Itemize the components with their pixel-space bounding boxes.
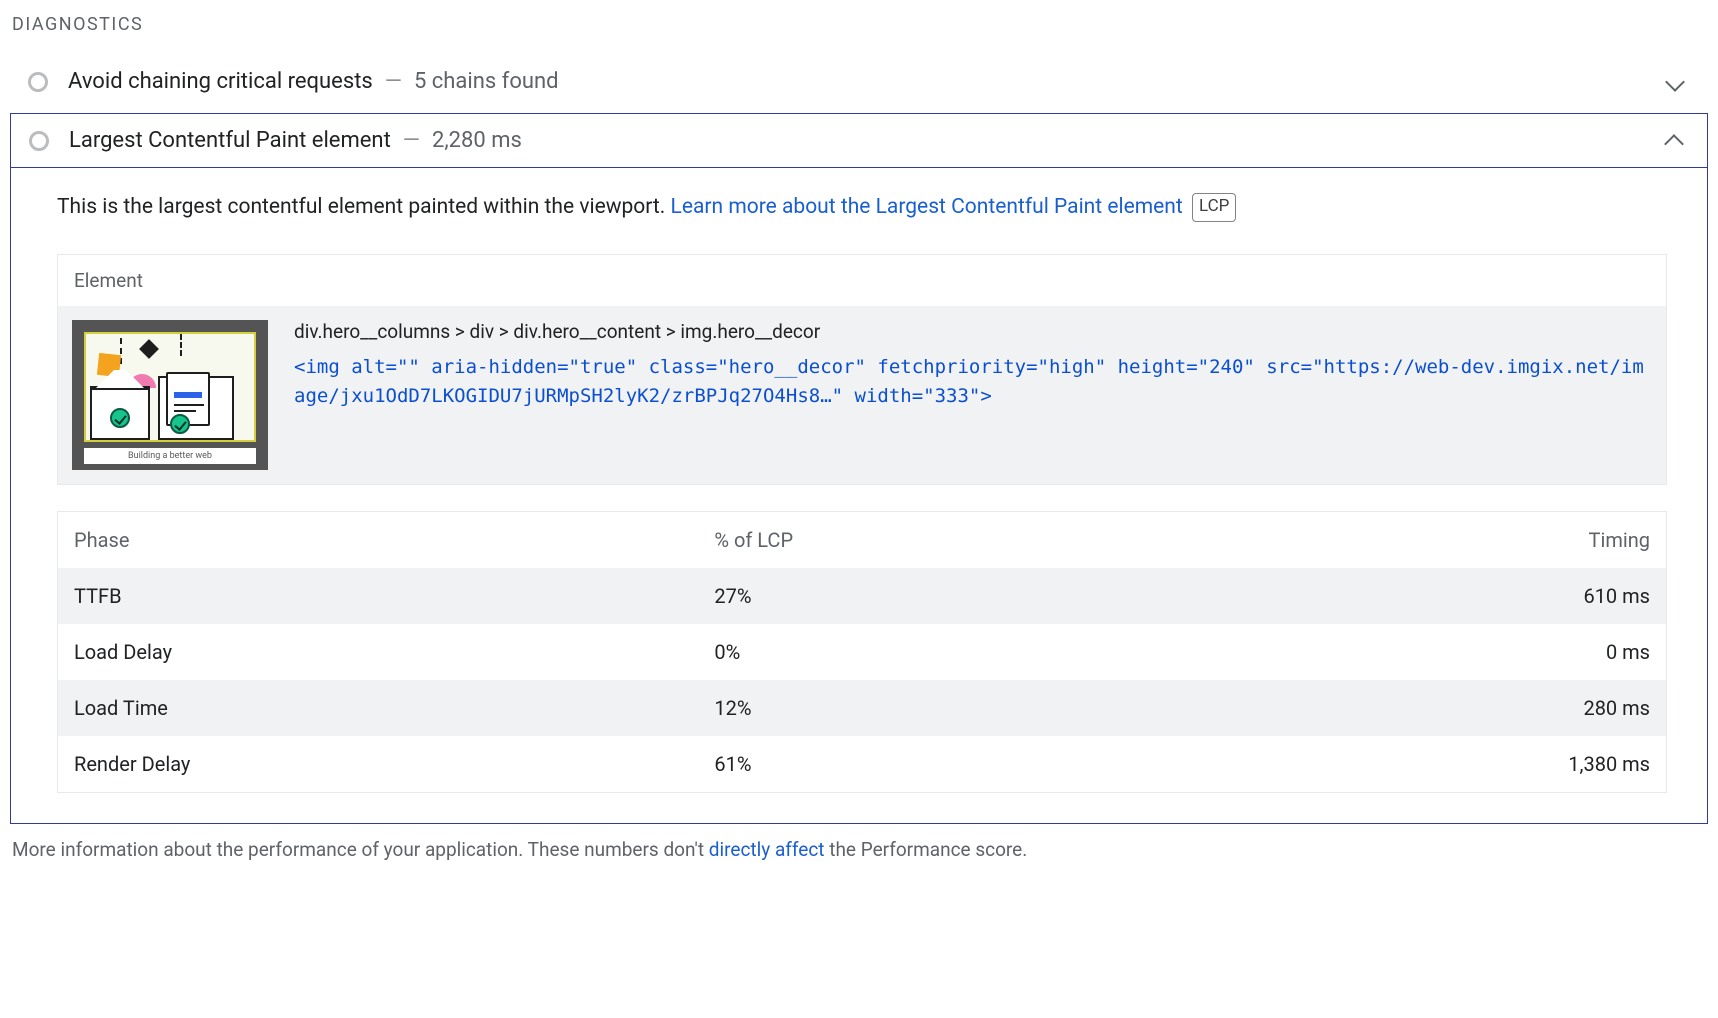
description-text: This is the largest contentful element p… (57, 195, 671, 219)
phase-pct: 12% (698, 680, 1174, 736)
lcp-badge: LCP (1192, 193, 1236, 222)
section-header: DIAGNOSTICS (10, 10, 1708, 55)
learn-more-link[interactable]: Learn more about the Largest Contentful … (671, 195, 1183, 219)
phase-pct: 61% (698, 736, 1174, 793)
footer-note: More information about the performance o… (10, 824, 1708, 861)
element-card-header: Element (58, 255, 1666, 306)
table-row: Load Delay 0% 0 ms (58, 624, 1667, 680)
table-header-row: Phase % of LCP Timing (58, 511, 1667, 568)
element-card: Element Building a better (57, 254, 1667, 485)
col-timing: Timing (1175, 511, 1667, 568)
chevron-up-icon (1664, 134, 1684, 154)
info-circle-icon (29, 131, 49, 151)
audit-row-lcp-element[interactable]: Largest Contentful Paint element — 2,280… (11, 114, 1707, 168)
selector-path: div.hero__columns > div > div.hero__cont… (294, 320, 1650, 343)
phase-name: Render Delay (58, 736, 699, 793)
info-circle-icon (28, 72, 48, 92)
phase-timing: 1,380 ms (1175, 736, 1667, 793)
audit-lcp-element: Largest Contentful Paint element — 2,280… (10, 113, 1708, 824)
em-dash-icon: — (385, 69, 402, 94)
thumbnail-caption: Building a better web (84, 448, 256, 464)
table-row: Load Time 12% 280 ms (58, 680, 1667, 736)
phase-timing: 0 ms (1175, 624, 1667, 680)
phase-pct: 0% (698, 624, 1174, 680)
audit-description: This is the largest contentful element p… (57, 192, 1667, 224)
audit-row-chain-critical-requests[interactable]: Avoid chaining critical requests — 5 cha… (10, 55, 1708, 109)
em-dash-icon: — (403, 128, 420, 153)
col-pct: % of LCP (698, 511, 1174, 568)
code-snippet: <img alt="" aria-hidden="true" class="he… (294, 353, 1650, 412)
phase-timing: 610 ms (1175, 568, 1667, 624)
footer-post: the Performance score. (825, 838, 1028, 861)
audit-meta: 5 chains found (414, 69, 559, 94)
phase-name: Load Time (58, 680, 699, 736)
phase-name: TTFB (58, 568, 699, 624)
audit-meta: 2,280 ms (432, 128, 522, 153)
element-thumbnail: Building a better web (72, 320, 268, 470)
table-row: Render Delay 61% 1,380 ms (58, 736, 1667, 793)
phase-timing: 280 ms (1175, 680, 1667, 736)
footer-link[interactable]: directly affect (709, 838, 825, 861)
audit-title: Avoid chaining critical requests (68, 69, 373, 94)
audit-title: Largest Contentful Paint element (69, 128, 391, 153)
phase-table: Phase % of LCP Timing TTFB 27% 610 ms Lo… (57, 511, 1667, 793)
col-phase: Phase (58, 511, 699, 568)
footer-pre: More information about the performance o… (12, 838, 709, 861)
chevron-down-icon (1665, 72, 1685, 92)
phase-pct: 27% (698, 568, 1174, 624)
table-row: TTFB 27% 610 ms (58, 568, 1667, 624)
phase-name: Load Delay (58, 624, 699, 680)
